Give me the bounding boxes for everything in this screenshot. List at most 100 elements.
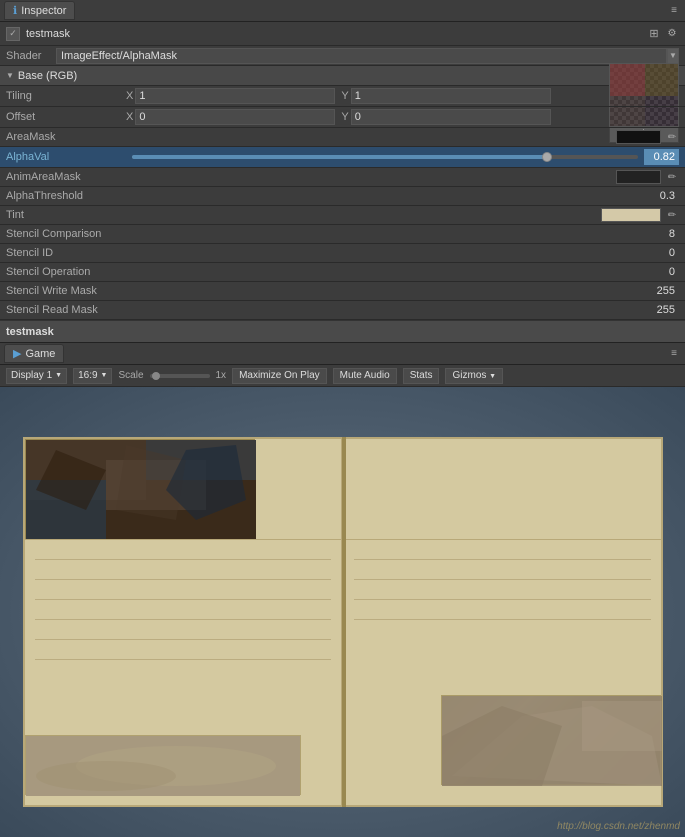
inspector-tab[interactable]: ℹ Inspector xyxy=(4,1,75,20)
inspector-panel: ℹ Inspector ≡ ✓ testmask ⊞ ⚙ Shader Imag… xyxy=(0,0,685,343)
stencil-id-label: Stencil ID xyxy=(6,247,186,259)
tiling-y-label: Y xyxy=(341,90,348,102)
offset-x-label: X xyxy=(126,111,133,123)
shader-dropdown[interactable]: ▼ xyxy=(667,48,679,64)
right-page-line-4 xyxy=(354,619,651,620)
page-line-4 xyxy=(35,619,331,620)
right-rock-svg xyxy=(442,696,662,786)
alphaval-slider-thumb xyxy=(542,152,552,162)
book-container xyxy=(23,437,663,807)
inspector-title-bar: ℹ Inspector ≡ xyxy=(0,0,685,22)
maximize-on-play-btn[interactable]: Maximize On Play xyxy=(232,368,327,384)
stencil-write-mask-value: 255 xyxy=(653,284,679,298)
title-bar-icons: ≡ xyxy=(667,4,681,18)
alphaval-value: 0.82 xyxy=(644,149,679,165)
scale-label: Scale xyxy=(118,370,143,381)
inspector-title: Inspector xyxy=(21,5,66,17)
game-icon: ▶ xyxy=(13,347,21,360)
alphathreshold-value: 0.3 xyxy=(656,189,679,203)
areamask-pencil[interactable]: ✏ xyxy=(665,130,679,144)
game-title: Game xyxy=(25,348,55,360)
tiling-y-input[interactable] xyxy=(351,88,551,104)
display-select[interactable]: Display 1 xyxy=(6,368,67,384)
alphathreshold-row: AlphaThreshold 0.3 xyxy=(0,187,685,206)
page-image-bottom-right xyxy=(441,695,661,785)
right-page-line-3 xyxy=(354,599,651,600)
stencil-operation-row: Stencil Operation 0 xyxy=(0,263,685,282)
active-object-name: testmask xyxy=(6,326,54,338)
offset-x-input[interactable] xyxy=(135,109,335,125)
areamask-label: AreaMask xyxy=(6,131,126,143)
rock-texture-svg xyxy=(26,440,256,540)
gizmos-label: Gizmos xyxy=(452,370,486,381)
page-line-5 xyxy=(35,639,331,640)
animareamask-swatch[interactable] xyxy=(616,170,661,184)
game-viewport: http://blog.csdn.net/zhenmd xyxy=(0,387,685,837)
stats-btn[interactable]: Stats xyxy=(403,368,440,384)
tiling-row: Tiling X Y xyxy=(0,86,685,107)
gizmos-arrow: ▼ xyxy=(489,373,496,380)
game-title-bar: ▶ Game ≡ xyxy=(0,343,685,365)
stencil-read-mask-label: Stencil Read Mask xyxy=(6,304,186,316)
game-toolbar: Display 1 16:9 Scale 1x Maximize On Play… xyxy=(0,365,685,387)
dropdown-arrow: ▼ xyxy=(669,51,677,60)
shader-label: Shader xyxy=(6,50,56,62)
offset-y-input[interactable] xyxy=(351,109,551,125)
tiling-x-input[interactable] xyxy=(135,88,335,104)
section-header-base-rgb[interactable]: Base (RGB) xyxy=(0,66,685,86)
stencil-operation-label: Stencil Operation xyxy=(6,266,186,278)
areamask-swatch[interactable] xyxy=(616,130,661,144)
bottom-texture-svg xyxy=(26,736,300,796)
stencil-read-mask-row: Stencil Read Mask 255 xyxy=(0,301,685,320)
alphaval-row: AlphaVal 0.82 xyxy=(0,147,685,168)
animareamask-label: AnimAreaMask xyxy=(6,171,126,183)
right-separator xyxy=(344,539,661,540)
layer-icon[interactable]: ⊞ xyxy=(647,27,661,41)
areamask-row: AreaMask ✏ xyxy=(0,128,685,147)
game-tab[interactable]: ▶ Game xyxy=(4,344,64,363)
gizmos-btn[interactable]: Gizmos ▼ xyxy=(445,368,503,384)
scale-thumb[interactable] xyxy=(152,372,160,380)
alphaval-slider-fill xyxy=(132,155,547,159)
page-line-1 xyxy=(35,559,331,560)
offset-y-label: Y xyxy=(341,111,348,123)
object-name: testmask xyxy=(26,28,70,40)
tint-pencil[interactable]: ✏ xyxy=(665,208,679,222)
gear-icon[interactable]: ⚙ xyxy=(665,27,679,41)
watermark: http://blog.csdn.net/zhenmd xyxy=(557,821,680,832)
page-line-3 xyxy=(35,599,331,600)
object-checkbox[interactable]: ✓ xyxy=(6,27,20,41)
game-hamburger-icon[interactable]: ≡ xyxy=(667,347,681,361)
stencil-comparison-row: Stencil Comparison 8 xyxy=(0,225,685,244)
active-object-bar: testmask xyxy=(0,320,685,342)
scale-value: 1x xyxy=(216,370,227,381)
display-label: Display 1 xyxy=(11,370,52,381)
object-row: ✓ testmask ⊞ ⚙ xyxy=(0,22,685,46)
stencil-id-value: 0 xyxy=(665,246,679,260)
right-page-line-2 xyxy=(354,579,651,580)
shader-row: Shader ImageEffect/AlphaMask ▼ xyxy=(0,46,685,66)
mute-audio-btn[interactable]: Mute Audio xyxy=(333,368,397,384)
right-page-line-1 xyxy=(354,559,651,560)
stencil-operation-value: 0 xyxy=(665,265,679,279)
animareamask-pencil[interactable]: ✏ xyxy=(665,170,679,184)
page-line-6 xyxy=(35,659,331,660)
page-image-bottom xyxy=(25,735,301,795)
separator-line xyxy=(25,539,341,540)
page-line-2 xyxy=(35,579,331,580)
tiling-label: Tiling xyxy=(6,90,126,102)
section-label-base-rgb: Base (RGB) xyxy=(18,70,77,82)
tint-label: Tint xyxy=(6,209,126,221)
scale-track[interactable] xyxy=(150,374,210,378)
stencil-comparison-label: Stencil Comparison xyxy=(6,228,186,240)
tint-swatch[interactable] xyxy=(601,208,661,222)
alphaval-slider-track[interactable] xyxy=(132,155,638,159)
shader-value: ImageEffect/AlphaMask xyxy=(56,48,667,64)
hamburger-icon[interactable]: ≡ xyxy=(667,4,681,18)
stencil-write-mask-label: Stencil Write Mask xyxy=(6,285,186,297)
stencil-id-row: Stencil ID 0 xyxy=(0,244,685,263)
game-title-bar-icons: ≡ xyxy=(667,347,681,361)
book-left-page xyxy=(23,437,343,807)
aspect-select[interactable]: 16:9 xyxy=(73,368,112,384)
stencil-comparison-value: 8 xyxy=(665,227,679,241)
